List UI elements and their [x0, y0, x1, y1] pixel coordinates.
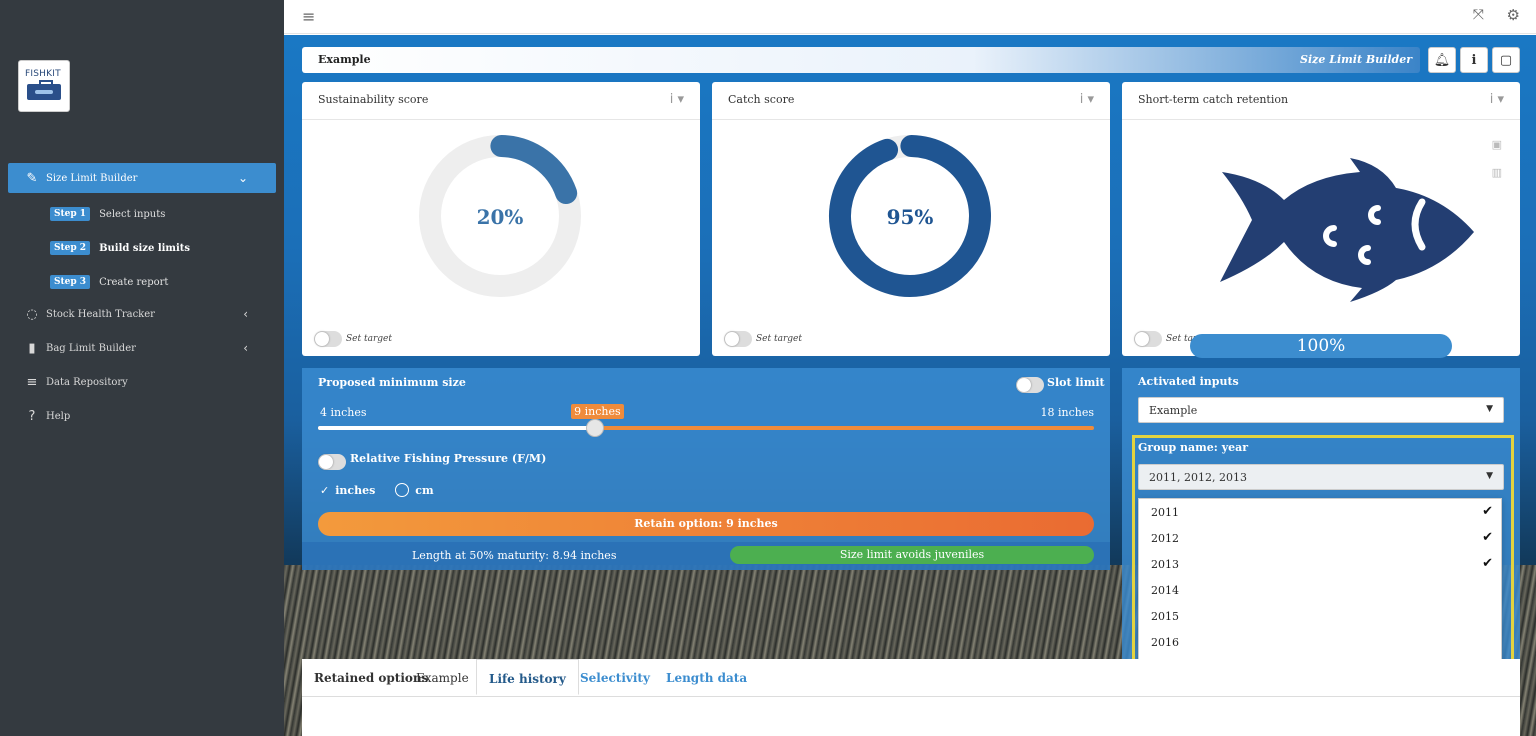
card-title: Catch score — [728, 93, 795, 106]
info-dropdown-icon[interactable]: i ▾ — [1080, 92, 1094, 107]
retention-value-bar: 100% — [1190, 334, 1452, 358]
tab-selectivity[interactable]: Selectivity — [568, 659, 662, 695]
slider-min-label: 4 inches — [320, 406, 367, 419]
size-controls-panel: Proposed minimum size Slot limit 4 inche… — [302, 368, 1110, 570]
bell-icon: 🔔︎ — [1433, 52, 1451, 68]
page-title: Example — [318, 53, 371, 66]
check-icon: ✓ — [320, 483, 330, 497]
step-label: Create report — [99, 276, 169, 288]
unit-selector: ✓ inches cm — [320, 483, 434, 497]
sidebar-item-help[interactable]: ? Help — [8, 401, 276, 431]
retain-option-button[interactable]: Retain option: 9 inches — [318, 512, 1094, 536]
sidebar: FISHKIT ✎ Size Limit Builder ⌄ Step 1 Se… — [0, 0, 284, 736]
info-icon: i — [1471, 52, 1477, 68]
unit-inches-option[interactable]: inches — [335, 484, 375, 497]
main-content: Example Size Limit Builder 🔔︎ i ▢ Sustai… — [284, 35, 1536, 736]
set-target-toggle[interactable] — [724, 331, 752, 347]
maturity-text: Length at 50% maturity: 8.94 inches — [412, 549, 617, 562]
slider-max-label: 18 inches — [1040, 406, 1095, 419]
fishing-pressure-toggle[interactable] — [318, 454, 346, 470]
retained-options-label: Retained options — [314, 671, 429, 685]
proposed-size-label: Proposed minimum size — [318, 376, 466, 389]
sidebar-item-bag-limit-builder[interactable]: ▮ Bag Limit Builder ‹ — [8, 333, 276, 363]
slot-limit-label: Slot limit — [1047, 376, 1105, 389]
donut-arc — [490, 135, 578, 205]
fishing-pressure-label: Relative Fishing Pressure (F/M) — [350, 452, 547, 465]
step-label: Build size limits — [99, 242, 191, 254]
retained-options-value: Example — [416, 671, 469, 685]
circle-notch-icon: ◌ — [26, 306, 38, 322]
sticky-note-icon: ▢ — [1499, 52, 1513, 68]
sidebar-item-label: Bag Limit Builder — [46, 342, 136, 354]
step-label: Select inputs — [99, 208, 166, 220]
select-value: Example — [1149, 404, 1198, 417]
toolbox-icon — [27, 80, 61, 100]
sidebar-step-2[interactable]: Step 2 Build size limits — [50, 241, 190, 255]
sidebar-item-label: Stock Health Tracker — [46, 308, 155, 320]
unit-cm-option[interactable]: cm — [415, 484, 433, 497]
set-target-toggle[interactable] — [314, 331, 342, 347]
slot-limit-toggle[interactable] — [1016, 377, 1044, 393]
tab-life-history[interactable]: Life history — [476, 659, 579, 695]
note-button[interactable]: ▢ — [1492, 47, 1520, 73]
sustainability-donut: 20% — [419, 135, 581, 297]
step-badge: Step 3 — [50, 275, 91, 289]
ruler-icon: ✎ — [26, 170, 38, 186]
juveniles-status-badge: Size limit avoids juveniles — [730, 546, 1094, 564]
slider-value-bubble: 9 inches — [571, 404, 624, 419]
sidebar-item-label: Data Repository — [46, 376, 128, 388]
top-bar: ≡ ⤧ ⚙ — [284, 0, 1536, 34]
caret-down-icon: ▼ — [1486, 404, 1493, 414]
sidebar-item-data-repository[interactable]: ≡ Data Repository — [8, 367, 276, 397]
hamburger-menu-icon[interactable]: ≡ — [302, 7, 315, 26]
card-title: Short-term catch retention — [1138, 93, 1289, 106]
sidebar-item-label: Size Limit Builder — [46, 172, 138, 184]
chevron-left-icon: ‹ — [243, 341, 248, 355]
size-slider[interactable] — [318, 419, 1094, 437]
maturity-footer: Length at 50% maturity: 8.94 inches Size… — [302, 542, 1110, 570]
catch-retention-card: Short-term catch retention i ▾ ▣ ▥ Set t… — [1122, 82, 1520, 358]
card-title: Sustainability score — [318, 93, 429, 106]
chevron-left-icon: ‹ — [243, 307, 248, 321]
catch-score-card: Catch score i ▾ 95% Set target — [712, 82, 1110, 356]
sidebar-item-label: Help — [46, 410, 71, 422]
donut-value: 95% — [887, 205, 934, 229]
info-button[interactable]: i — [1460, 47, 1488, 73]
results-tabs: Retained options Example Life history Se… — [302, 659, 1520, 736]
donut-value: 20% — [477, 205, 524, 229]
info-dropdown-icon[interactable]: i ▾ — [1490, 92, 1504, 107]
set-target-toggle[interactable] — [1134, 331, 1162, 347]
fullscreen-icon[interactable]: ⤧ — [1473, 7, 1484, 23]
sidebar-step-3[interactable]: Step 3 Create report — [50, 275, 168, 289]
page-subtitle: Size Limit Builder — [1300, 53, 1412, 66]
set-target-label: Set target — [756, 334, 802, 344]
image-icon[interactable]: ▣ — [1492, 138, 1502, 151]
notification-button[interactable]: 🔔︎ — [1428, 47, 1456, 73]
database-icon: ≡ — [26, 374, 38, 390]
activated-inputs-label: Activated inputs — [1138, 375, 1239, 388]
fishkit-logo[interactable]: FISHKIT — [18, 60, 70, 112]
chevron-down-icon: ⌄ — [237, 171, 248, 185]
page-header: Example Size Limit Builder — [302, 47, 1420, 73]
bar-chart-icon: ▮ — [28, 340, 36, 356]
sustainability-score-card: Sustainability score i ▾ 20% Set target — [302, 82, 700, 356]
gear-icon[interactable]: ⚙ — [1507, 6, 1520, 24]
slider-fill — [318, 426, 596, 430]
bar-chart-icon[interactable]: ▥ — [1492, 166, 1502, 179]
catch-donut: 95% — [829, 135, 991, 297]
step-badge: Step 2 — [50, 241, 91, 255]
sidebar-item-stock-health-tracker[interactable]: ◌ Stock Health Tracker ‹ — [8, 299, 276, 329]
tab-length-data[interactable]: Length data — [654, 659, 759, 695]
set-target-label: Set target — [346, 334, 392, 344]
unit-cm-radio[interactable] — [395, 483, 410, 497]
question-icon: ? — [28, 408, 36, 424]
sidebar-step-1[interactable]: Step 1 Select inputs — [50, 207, 165, 221]
logo-text: FISHKIT — [25, 69, 61, 79]
fish-icon — [1220, 158, 1474, 302]
sidebar-item-size-limit-builder[interactable]: ✎ Size Limit Builder ⌄ — [8, 163, 276, 193]
step-badge: Step 1 — [50, 207, 91, 221]
activated-inputs-select[interactable]: Example ▼ — [1138, 397, 1504, 423]
info-dropdown-icon[interactable]: i ▾ — [670, 92, 684, 107]
slider-handle[interactable] — [586, 419, 605, 437]
